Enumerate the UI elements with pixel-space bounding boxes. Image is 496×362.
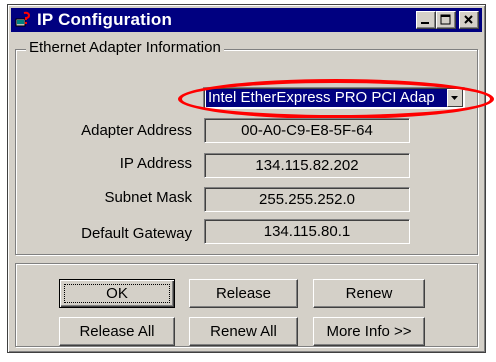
subnet-mask-label: Subnet Mask bbox=[104, 189, 192, 206]
highlight-oval bbox=[178, 79, 494, 119]
ip-address-label: IP Address bbox=[119, 155, 192, 172]
ok-button[interactable]: OK bbox=[59, 279, 175, 308]
default-gateway-label: Default Gateway bbox=[81, 225, 192, 242]
release-all-button[interactable]: Release All bbox=[59, 317, 175, 346]
adapter-address-label: Adapter Address bbox=[81, 122, 192, 139]
release-button[interactable]: Release bbox=[189, 279, 298, 308]
window-title: IP Configuration bbox=[37, 10, 173, 29]
ip-address-value: 134.115.82.202 bbox=[204, 153, 410, 178]
close-button[interactable] bbox=[459, 11, 479, 29]
more-info-button[interactable]: More Info >> bbox=[313, 317, 425, 346]
renew-all-button[interactable]: Renew All bbox=[189, 317, 298, 346]
adapter-address-value: 00-A0-C9-E8-5F-64 bbox=[204, 118, 410, 143]
maximize-icon bbox=[440, 14, 451, 25]
ip-configuration-window: IP Configuration Ethernet Adapter Inform… bbox=[7, 4, 494, 353]
maximize-button[interactable] bbox=[436, 11, 456, 29]
network-question-icon[interactable] bbox=[15, 11, 33, 29]
minimize-button[interactable] bbox=[416, 11, 436, 29]
title-bar[interactable]: IP Configuration bbox=[11, 8, 482, 32]
close-icon bbox=[464, 15, 473, 24]
group-label: Ethernet Adapter Information bbox=[26, 39, 224, 56]
default-gateway-value: 134.115.80.1 bbox=[204, 219, 410, 244]
minimize-icon bbox=[421, 22, 429, 24]
subnet-mask-value: 255.255.252.0 bbox=[204, 187, 410, 212]
renew-button[interactable]: Renew bbox=[313, 279, 425, 308]
